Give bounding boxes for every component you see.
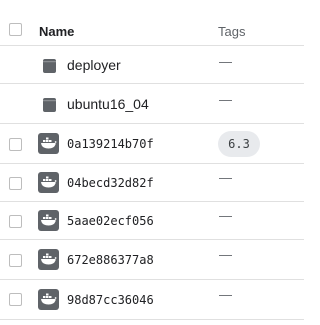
tag-empty: — <box>219 170 232 185</box>
tag-empty: — <box>219 92 232 107</box>
tag-empty: — <box>219 247 232 262</box>
row-checkbox[interactable] <box>9 254 22 267</box>
image-digest[interactable]: 0a139214b70f <box>67 137 154 151</box>
row-checkbox[interactable] <box>9 177 22 190</box>
folder-icon <box>40 56 59 75</box>
tag-chip[interactable]: 6.3 <box>218 131 260 157</box>
table-row[interactable]: 0a139214b70f 6.3 <box>0 124 304 164</box>
table-row[interactable]: 04becd32d82f — <box>0 164 304 202</box>
folder-icon <box>40 95 59 114</box>
repository-table: Name Tags deployer — ubuntu16_04 — 0a139… <box>0 0 304 325</box>
table-header: Name Tags <box>0 0 304 46</box>
image-digest[interactable]: 04becd32d82f <box>67 176 154 190</box>
image-digest[interactable]: 672e886377a8 <box>67 253 154 267</box>
table-row[interactable]: ubuntu16_04 — <box>0 84 304 124</box>
repository-name[interactable]: deployer <box>67 57 121 73</box>
row-checkbox[interactable] <box>9 215 22 228</box>
column-header-tags[interactable]: Tags <box>218 24 245 39</box>
docker-image-icon <box>38 172 59 193</box>
table-row[interactable]: 672e886377a8 — <box>0 240 304 280</box>
column-header-name[interactable]: Name <box>39 24 74 39</box>
image-digest[interactable]: 5aae02ecf056 <box>67 214 154 228</box>
docker-image-icon <box>38 249 59 270</box>
table-row[interactable]: 98d87cc36046 — <box>0 280 304 320</box>
table-row[interactable]: deployer — <box>0 46 304 84</box>
docker-image-icon <box>38 210 59 231</box>
docker-image-icon <box>38 133 59 154</box>
row-checkbox[interactable] <box>9 138 22 151</box>
image-digest[interactable]: 98d87cc36046 <box>67 293 154 307</box>
docker-image-icon <box>38 289 59 310</box>
row-checkbox[interactable] <box>9 293 22 306</box>
tag-empty: — <box>219 287 232 302</box>
tag-empty: — <box>219 208 232 223</box>
select-all-checkbox[interactable] <box>9 23 22 36</box>
tag-empty: — <box>219 54 232 69</box>
table-row[interactable]: 5aae02ecf056 — <box>0 202 304 240</box>
repository-name[interactable]: ubuntu16_04 <box>67 96 149 112</box>
